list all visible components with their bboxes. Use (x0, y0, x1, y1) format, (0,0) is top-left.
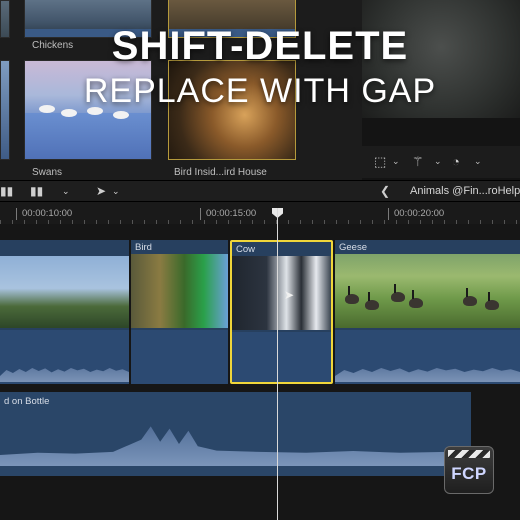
clip-label-bird-house: Bird Insid...ird House (174, 167, 267, 178)
clip-name: Bird (135, 242, 152, 253)
timeline-toolbar: ▮▮ ▮▮ ⌄ ➤ ⌄ ❮ Animals @Fin...roHelp (0, 180, 520, 202)
ruler-tick (16, 208, 17, 220)
timeline-clip-cow[interactable]: Cow (230, 240, 333, 384)
back-arrow-icon[interactable]: ❮ (380, 184, 390, 198)
clip-audio (0, 330, 129, 384)
ruler-label: 00:00:15:00 (206, 208, 257, 219)
clip-filmstrip (0, 256, 129, 328)
timeline-ruler[interactable]: 00:00:10:00 00:00:15:00 00:00:20:00 (0, 202, 520, 224)
fcp-logo-icon: FCP (444, 446, 494, 494)
clip-label-swans: Swans (32, 167, 63, 178)
clip-filmstrip (232, 256, 331, 330)
transform-icon[interactable]: ⬚ (374, 154, 386, 170)
chevron-down-icon[interactable]: ⌄ (112, 186, 120, 197)
clip-filmstrip (131, 254, 228, 328)
chevron-down-icon[interactable]: ⌄ (434, 156, 442, 167)
ruler-label: 00:00:10:00 (22, 208, 73, 219)
fcp-logo-text: FCP (451, 464, 487, 483)
speed-icon[interactable]: ◔ (452, 154, 460, 169)
select-tool-icon[interactable]: ➤ (96, 184, 106, 198)
clip-audio (335, 330, 520, 384)
clip-audio (232, 332, 331, 382)
playhead[interactable] (277, 208, 278, 520)
overlay-subtitle: REPLACE WITH GAP (83, 72, 437, 110)
timeline-tracks: Bird Cow Geese d on Bottle (0, 224, 520, 520)
overlay-title: SHIFT-DELETE (111, 24, 409, 68)
clip-name: Geese (339, 242, 367, 253)
chevron-down-icon[interactable]: ⌄ (392, 156, 400, 167)
pointer-cursor-icon: ➤ (284, 288, 295, 302)
timeline-audio-clip[interactable]: d on Bottle (0, 392, 471, 476)
clip-name: d on Bottle (4, 396, 50, 407)
clip-filmstrip (335, 254, 520, 328)
chevron-down-icon[interactable]: ⌄ (474, 156, 482, 167)
project-name: Animals @Fin...roHelp (410, 185, 520, 197)
ruler-label: 00:00:20:00 (394, 208, 445, 219)
timeline-clip-geese[interactable]: Geese (335, 240, 520, 384)
ruler-tick (200, 208, 201, 220)
audio-waveform (0, 426, 471, 466)
timeline-clip-bird[interactable]: Bird (131, 240, 228, 384)
ruler-tick (388, 208, 389, 220)
magic-wand-icon[interactable]: ⚚ (412, 154, 424, 170)
clip-name: Cow (236, 244, 256, 255)
chevron-down-icon[interactable]: ⌄ (62, 186, 70, 197)
viewer-toolbar: ⬚ ⌄ ⚚ ⌄ ◔ ⌄ (362, 146, 520, 178)
timeline-clip-giraffe[interactable] (0, 240, 129, 384)
clip-audio (131, 330, 228, 384)
clip-appearance-icon[interactable]: ▮▮ (0, 184, 13, 198)
edit-tools-icon[interactable]: ▮▮ (30, 184, 43, 198)
